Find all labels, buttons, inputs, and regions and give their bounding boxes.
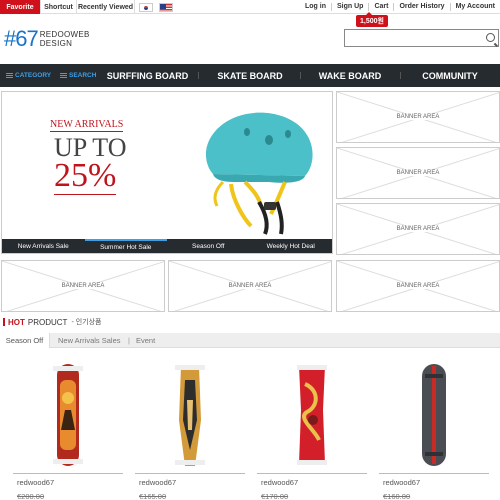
nav-item-skate-board[interactable]: SKATE BOARD <box>205 64 295 87</box>
language-switcher <box>135 0 177 14</box>
product-divider <box>135 473 245 474</box>
search-input[interactable] <box>344 29 499 47</box>
product-card[interactable]: redwood67 €160.00 <box>379 360 489 500</box>
hot-product-heading: HOT PRODUCT - 인기상품 <box>3 317 102 327</box>
menu-icon <box>60 73 67 78</box>
tab-event[interactable]: Event <box>136 333 155 348</box>
banner-label: BANNER AREA <box>394 283 442 289</box>
product-name[interactable]: redwood67 <box>139 478 176 487</box>
banner-area[interactable]: BANNER AREA <box>168 260 332 312</box>
nav-search-button[interactable]: SEARCH <box>60 64 96 87</box>
skateboard-image <box>175 365 205 466</box>
top-bar: Favorite Shortcut Recently Viewed Log in… <box>0 0 500 14</box>
hero-banner[interactable]: NEW ARRIVALS UP TO 25% New Arrivals Sale… <box>1 91 333 254</box>
logo-line-1: REDOOWEB <box>39 30 90 39</box>
us-flag-icon[interactable] <box>159 2 173 12</box>
hot-label: HOT <box>8 317 25 327</box>
recently-viewed-button[interactable]: Recently Viewed <box>77 0 135 14</box>
helmet-image <box>205 112 313 235</box>
nav-item-community[interactable]: COMMUNITY <box>405 64 495 87</box>
tab-divider: | <box>128 336 130 345</box>
my-account-link[interactable]: My Account <box>449 3 500 11</box>
hero-tab-summer-hot-sale[interactable]: Summer Hot Sale <box>84 239 167 253</box>
favorite-button[interactable]: Favorite <box>0 0 41 14</box>
signup-points-badge: 1,500원 <box>356 12 388 27</box>
product-card[interactable]: redwood67 €170.00 <box>257 360 367 500</box>
product-divider <box>379 473 489 474</box>
hero-tab-new-arrivals[interactable]: New Arrivals Sale <box>2 239 85 253</box>
banner-label: BANNER AREA <box>394 114 442 120</box>
product-price: €170.00 <box>261 492 289 500</box>
banner-area[interactable]: BANNER AREA <box>336 91 500 143</box>
main-nav: CATEGORY SEARCH SURFFING BOARD SKATE BOA… <box>0 64 500 87</box>
banner-label: BANNER AREA <box>226 283 274 289</box>
popular-products-korean: - 인기상품 <box>71 319 102 326</box>
logo[interactable]: #67 REDOOWEB DESIGN <box>4 28 90 50</box>
nav-item-surfing-board[interactable]: SURFFING BOARD <box>105 64 190 87</box>
kr-flag-icon[interactable] <box>139 2 153 12</box>
nav-item-wake-board[interactable]: WAKE BOARD <box>305 64 395 87</box>
hero-tab-weekly-hot-deal[interactable]: Weekly Hot Deal <box>250 239 333 253</box>
nav-divider <box>198 72 199 79</box>
product-name[interactable]: redwood67 <box>17 478 54 487</box>
product-price: €165.00 <box>139 492 167 500</box>
product-card[interactable]: redwood67 €165.00 <box>135 360 245 500</box>
banner-area[interactable]: BANNER AREA <box>336 260 500 312</box>
nav-divider <box>300 72 301 79</box>
heading-accent-bar <box>3 318 5 326</box>
product-label: PRODUCT <box>27 317 68 327</box>
logo-text: REDOOWEB DESIGN <box>40 30 90 48</box>
product-divider <box>257 473 367 474</box>
hero-percent: 25% <box>54 157 117 195</box>
hero-tab-season-off[interactable]: Season Off <box>167 239 250 253</box>
banner-area[interactable]: BANNER AREA <box>336 203 500 255</box>
menu-icon <box>6 73 13 78</box>
category-menu-button[interactable]: CATEGORY <box>6 64 51 87</box>
logo-line-2: DESIGN <box>39 39 73 48</box>
banner-area[interactable]: BANNER AREA <box>1 260 165 312</box>
skateboard-image <box>53 364 83 466</box>
product-tabs: Season Off New Arrivals Sales | Event <box>0 333 500 348</box>
banner-label: BANNER AREA <box>394 170 442 176</box>
cart-link[interactable]: Cart <box>368 3 393 11</box>
tab-new-arrivals-sales[interactable]: New Arrivals Sales <box>58 333 121 348</box>
shortcut-button[interactable]: Shortcut <box>41 0 77 14</box>
nav-divider <box>400 72 401 79</box>
banner-label: BANNER AREA <box>59 283 107 289</box>
signup-link[interactable]: Sign Up <box>330 3 368 11</box>
skateboard-image <box>297 365 327 465</box>
product-price: €160.00 <box>383 492 411 500</box>
login-link[interactable]: Log in <box>300 3 331 11</box>
hero-tabs: New Arrivals Sale Summer Hot Sale Season… <box>2 239 332 253</box>
banner-area[interactable]: BANNER AREA <box>336 147 500 199</box>
banner-label: BANNER AREA <box>394 226 442 232</box>
logo-number: #67 <box>4 26 39 51</box>
product-name[interactable]: redwood67 <box>261 478 298 487</box>
search-icon[interactable] <box>486 33 495 42</box>
order-history-link[interactable]: Order History <box>393 3 449 11</box>
product-name[interactable]: redwood67 <box>383 478 420 487</box>
category-label: CATEGORY <box>15 72 52 79</box>
product-card[interactable]: redwood67 €200.00 <box>13 360 123 500</box>
skateboard-image <box>422 364 446 466</box>
product-price: €200.00 <box>17 492 45 500</box>
search-label: SEARCH <box>69 72 97 79</box>
product-divider <box>13 473 123 474</box>
tab-season-off[interactable]: Season Off <box>0 333 50 348</box>
hero-new-arrivals: NEW ARRIVALS <box>50 119 124 132</box>
